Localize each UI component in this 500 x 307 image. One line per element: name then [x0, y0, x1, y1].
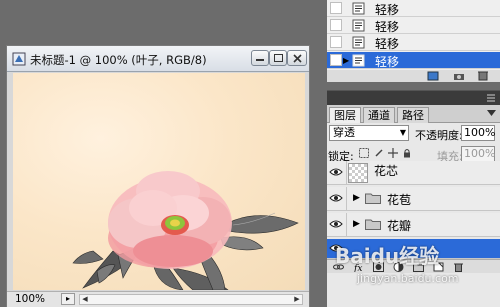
layer-group-row[interactable]: ▶ 花苞	[327, 187, 500, 211]
zoom-level[interactable]: 100%	[15, 293, 45, 305]
history-snapshot-checkbox[interactable]	[330, 36, 342, 48]
tab-paths[interactable]: 路径	[397, 107, 429, 123]
layer-mask-icon[interactable]	[373, 262, 384, 272]
peony-artwork	[72, 171, 299, 290]
panel-menu-icon[interactable]	[486, 94, 496, 102]
document-window: 未标题-1 @ 100% (叶子, RGB/8) 100% ▸ ◀ ▶	[6, 45, 310, 307]
layer-group-row[interactable]: ▶ 花瓣	[327, 213, 500, 237]
panel-header[interactable]	[327, 91, 500, 105]
history-snapshot-checkbox[interactable]	[330, 2, 342, 14]
history-snapshot-checkbox[interactable]	[330, 54, 342, 66]
layer-group-row-selected[interactable]	[327, 239, 500, 259]
history-item-label: 轻移	[375, 20, 400, 34]
lock-transparent-pixels-icon[interactable]	[359, 148, 369, 158]
history-step-icon	[352, 2, 365, 15]
panel-tabs: 图层 通道 路径	[327, 105, 500, 123]
visibility-eye-icon[interactable]	[329, 219, 343, 229]
close-icon	[292, 53, 302, 63]
layer-name: 花瓣	[387, 219, 412, 233]
image-canvas[interactable]	[13, 73, 305, 290]
status-menu-button[interactable]: ▸	[61, 293, 75, 305]
folder-icon	[365, 193, 381, 204]
status-bar: 100% ▸ ◀ ▶	[7, 291, 309, 307]
new-document-from-state-icon[interactable]	[427, 71, 439, 81]
history-state-marker-icon: ▶	[343, 56, 350, 65]
close-button[interactable]	[287, 50, 307, 66]
history-item-selected[interactable]: ▶ 轻移	[327, 52, 500, 69]
layer-style-icon[interactable]: fx	[353, 262, 364, 272]
new-layer-icon[interactable]	[433, 262, 444, 272]
history-step-icon	[352, 54, 365, 67]
delete-state-icon[interactable]	[477, 70, 489, 81]
separator	[346, 161, 347, 185]
snapshot-camera-icon[interactable]	[453, 71, 465, 81]
history-item[interactable]: 轻移	[327, 17, 500, 34]
history-item[interactable]: 轻移	[327, 34, 500, 51]
layer-row[interactable]: 花芯	[327, 161, 500, 185]
folder-icon	[365, 219, 381, 230]
opacity-field[interactable]: 100%	[461, 125, 495, 141]
history-step-icon	[352, 36, 365, 49]
flower	[108, 171, 232, 269]
delete-layer-icon[interactable]	[453, 262, 464, 272]
history-item[interactable]: 轻移	[327, 0, 500, 17]
history-panel: 轻移 轻移 轻移 ▶ 轻移	[327, 0, 500, 82]
expand-triangle-icon[interactable]: ▶	[353, 219, 360, 229]
document-titlebar[interactable]: 未标题-1 @ 100% (叶子, RGB/8)	[7, 46, 309, 72]
layers-footer: fx	[327, 259, 500, 273]
photoshop-doc-icon	[12, 52, 26, 66]
blend-mode-select[interactable]: 穿透 ▼	[329, 125, 409, 141]
lock-all-icon[interactable]	[402, 148, 412, 158]
chevron-down-icon: ▼	[399, 128, 406, 137]
layer-thumbnail	[348, 163, 368, 183]
separator	[346, 213, 347, 237]
lock-image-pixels-icon[interactable]	[374, 148, 384, 158]
opacity-label: 不透明度:	[415, 129, 463, 142]
visibility-eye-icon[interactable]	[329, 167, 343, 177]
panel-options-icon[interactable]	[487, 110, 496, 118]
scroll-left-icon[interactable]: ◀	[80, 295, 90, 304]
history-item-label: 轻移	[375, 37, 400, 51]
layers-panel: 图层 通道 路径 穿透 ▼ 不透明度: 100% 锁定: 填充: 100% 花芯…	[327, 90, 500, 307]
separator	[346, 187, 347, 211]
restore-button[interactable]	[269, 50, 287, 66]
link-layers-icon[interactable]	[333, 262, 344, 272]
blend-mode-value: 穿透	[333, 126, 355, 139]
tab-layers[interactable]: 图层	[329, 107, 361, 123]
adjustment-layer-icon[interactable]	[393, 262, 404, 272]
history-item-label: 轻移	[375, 3, 400, 17]
horizontal-scrollbar[interactable]: ◀ ▶	[79, 294, 303, 305]
tab-channels[interactable]: 通道	[363, 107, 395, 123]
visibility-eye-icon[interactable]	[329, 193, 343, 203]
minimize-icon	[256, 59, 264, 61]
minimize-button[interactable]	[251, 50, 269, 66]
svg-text:fx: fx	[353, 264, 362, 272]
history-step-icon	[352, 19, 365, 32]
layer-name: 花苞	[387, 193, 412, 207]
history-snapshot-checkbox[interactable]	[330, 19, 342, 31]
layer-name: 花芯	[374, 164, 399, 178]
expand-triangle-icon[interactable]: ▶	[353, 193, 360, 203]
history-item-label: 轻移	[375, 55, 400, 69]
document-title: 未标题-1 @ 100% (叶子, RGB/8)	[30, 53, 207, 67]
history-footer	[327, 70, 500, 82]
fill-field[interactable]: 100%	[461, 146, 495, 162]
new-group-icon[interactable]	[413, 262, 424, 272]
lock-position-icon[interactable]	[388, 148, 398, 158]
visibility-eye-icon[interactable]	[329, 243, 343, 253]
restore-icon	[273, 54, 283, 62]
scroll-right-icon[interactable]: ▶	[292, 295, 302, 304]
